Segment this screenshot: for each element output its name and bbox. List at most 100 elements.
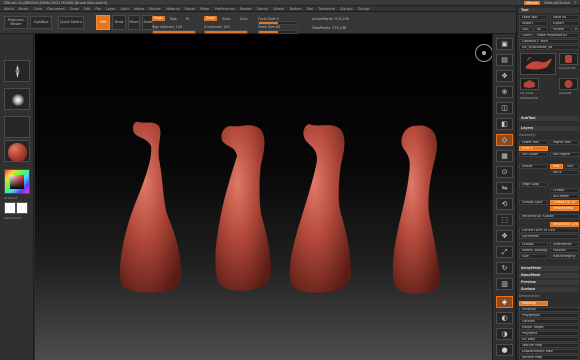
transp-button[interactable]: ◐ (496, 312, 513, 324)
menu-item-layer[interactable]: Layer (106, 7, 115, 11)
lightbox-tools-button[interactable]: Lightbox ▸ Tools (519, 39, 579, 44)
suv-toggle[interactable]: Suv (564, 164, 579, 169)
menu-item-zscript[interactable]: Zscript (358, 7, 370, 11)
dynamesh-button[interactable]: DynaMesh (519, 234, 579, 239)
dynamic-button[interactable]: ◑ (496, 328, 513, 340)
array-mesh-section[interactable]: ArrayMesh (519, 266, 579, 271)
r-button[interactable]: R (572, 27, 579, 32)
zremesher-button[interactable]: ZRemesher (550, 242, 579, 247)
m-toggle[interactable]: M (186, 17, 189, 21)
convert-bpr-button[interactable]: Convert BPR To Geo (519, 228, 579, 233)
smt-toggle[interactable]: Smt (550, 164, 563, 169)
actual-button[interactable]: ◫ (496, 102, 513, 114)
smoothness-toggle[interactable]: Smoothness (550, 206, 579, 211)
zadd-toggle[interactable]: Zadd (204, 16, 217, 21)
nanomesh-section[interactable]: NanoMesh (519, 273, 579, 278)
size-button[interactable]: Size (519, 254, 548, 259)
zoom-button[interactable]: ⊕ (496, 86, 513, 98)
material-button[interactable] (4, 140, 30, 162)
aahalf-button[interactable]: ◧ (496, 118, 513, 130)
visible-button[interactable]: Visible (550, 27, 571, 32)
polygroups-row[interactable]: Polygroups (519, 313, 579, 318)
position-button[interactable]: Position (550, 248, 579, 253)
color-picker[interactable] (4, 169, 30, 194)
current-tool-thumbnail[interactable] (520, 53, 556, 75)
edit-button[interactable]: Edit (96, 15, 110, 30)
rgb-intensity-slider[interactable] (152, 29, 196, 34)
draw-size-slider[interactable] (258, 29, 298, 34)
xyz-button[interactable]: ⟲ (496, 198, 513, 210)
edge-loop-button[interactable]: Edge Loop (519, 182, 548, 187)
main-color-swatch[interactable] (4, 202, 16, 214)
menu-item-render[interactable]: Render (240, 7, 252, 11)
all-button[interactable]: All (534, 27, 548, 32)
menu-item-alpha[interactable]: Alpha (4, 7, 14, 11)
local-button[interactable]: ⊙ (496, 166, 513, 178)
sdiv-slider[interactable]: SDiv 4 (519, 146, 548, 151)
clone-button[interactable]: Clone (519, 33, 533, 38)
lightbox-button[interactable]: LightBox (30, 16, 52, 29)
uncrease-button[interactable]: UnCrease (550, 194, 579, 199)
solo-button[interactable]: ● (496, 344, 513, 356)
zcut-toggle[interactable]: Zcut (240, 17, 248, 21)
displacement-map-row[interactable]: Displacement Map (519, 349, 579, 354)
crease-lvl-slider[interactable]: Crease Lvl 15 (550, 200, 579, 205)
rotate-view-button[interactable]: ↻ (496, 262, 513, 274)
help-button[interactable]: ? (574, 1, 576, 5)
menu-item-light[interactable]: Light (120, 7, 128, 11)
higher-res-button[interactable]: Higher Res (550, 140, 579, 145)
meshintegrity-button[interactable]: MeshIntegrity (550, 254, 579, 259)
groups-toggle[interactable]: Groups (519, 242, 548, 247)
layers-section[interactable]: Layers (519, 126, 579, 131)
simpleb-thumbnail[interactable] (559, 78, 578, 90)
menu-item-movie[interactable]: Movie (185, 7, 195, 11)
menu-item-material[interactable]: Material (166, 7, 180, 11)
polypaint-row[interactable]: Polypaint (519, 331, 579, 336)
stroke-button[interactable] (4, 88, 30, 110)
zsub-toggle[interactable]: Zsub (222, 17, 230, 21)
cylinder3d-thumbnail[interactable] (559, 53, 578, 65)
z-intensity-slider[interactable] (204, 29, 248, 34)
uv-map-row[interactable]: UV Map (519, 337, 579, 342)
current-tool-name[interactable]: Ink_Mustelidae_48 (519, 45, 579, 50)
menu-item-preferences[interactable]: Preferences (215, 7, 235, 11)
move-button[interactable]: Move (128, 15, 140, 30)
deformation-section[interactable]: Deformation (519, 294, 579, 299)
preview-section[interactable]: Preview (519, 280, 579, 285)
del-lower-button[interactable]: Del Lower (519, 152, 548, 157)
reconstruct-subdiv-button[interactable]: Reconstruct Subdiv (519, 214, 579, 219)
floor-button[interactable]: ▦ (496, 150, 513, 162)
polymesh3d-thumbnail[interactable] (520, 78, 539, 90)
menu-item-document[interactable]: Document (47, 7, 65, 11)
load-tool-button[interactable]: Load Tool (519, 15, 548, 20)
move-view-button[interactable]: ✥ (496, 230, 513, 242)
color-picker-field[interactable] (10, 175, 24, 189)
subtool-section[interactable]: SubTool (519, 116, 579, 121)
lower-res-button[interactable]: Lower Res (519, 140, 548, 145)
scroll-button[interactable]: ✥ (496, 70, 513, 82)
menu-item-zplugin[interactable]: Zplugin (340, 7, 353, 11)
make-polymesh-button[interactable]: Make PolyMesh3D (534, 33, 579, 38)
menus-toggle-button[interactable]: Menus (524, 0, 541, 5)
menu-item-texture[interactable]: Texture (289, 7, 301, 11)
lsym-button[interactable]: ⇋ (496, 182, 513, 194)
resolution-slider[interactable]: Resolution 128 (550, 222, 579, 227)
reuv-button[interactable]: ReUV (550, 170, 579, 175)
menu-item-stroke[interactable]: Stroke (273, 7, 284, 11)
frame-button[interactable]: ⬚ (496, 214, 513, 226)
default-zscript-button[interactable]: DefaultZScript (544, 1, 570, 5)
geometry-section[interactable]: Geometry (519, 133, 579, 138)
switch-color-label[interactable]: SwitchColor (4, 216, 22, 220)
tool-palette-title[interactable]: Tool (519, 8, 579, 13)
normal-map-row[interactable]: Normal Map (519, 355, 579, 360)
menu-item-stencil[interactable]: Stencil (257, 7, 268, 11)
menu-item-marker[interactable]: Marker (149, 7, 161, 11)
menu-item-file[interactable]: File (95, 7, 101, 11)
menu-item-brush[interactable]: Brush (19, 7, 29, 11)
menu-item-draw[interactable]: Draw (70, 7, 79, 11)
save-as-button[interactable]: Save As (550, 15, 579, 20)
texture-map-row[interactable]: Texture Map (519, 343, 579, 348)
menu-item-transform[interactable]: Transform (318, 7, 335, 11)
modify-topology-button[interactable]: Modify Topology (519, 248, 548, 253)
export-button[interactable]: Export (550, 21, 579, 26)
